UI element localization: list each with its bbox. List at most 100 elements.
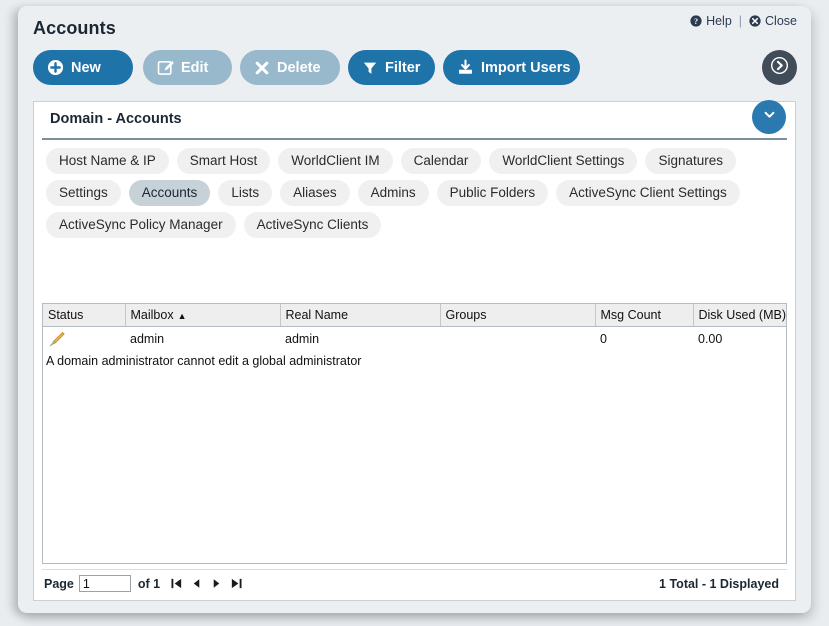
table-row[interactable]: admin admin 0 0.00 xyxy=(43,327,786,352)
tab-public-folders[interactable]: Public Folders xyxy=(436,180,549,206)
column-label: Groups xyxy=(445,307,487,322)
tab-label: ActiveSync Clients xyxy=(256,217,369,232)
column-header-mailbox[interactable]: Mailbox ▲ xyxy=(125,304,281,327)
accounts-window: Accounts ? Help | Close New Edit Delete … xyxy=(18,6,811,613)
tab-signatures[interactable]: Signatures xyxy=(645,148,736,174)
tab-worldclient-settings[interactable]: WorldClient Settings xyxy=(489,148,638,174)
cell-msg-count: 0 xyxy=(600,332,607,346)
column-label: Mailbox xyxy=(130,307,174,322)
tab-settings[interactable]: Settings xyxy=(46,180,121,206)
page-label: Page xyxy=(44,576,74,591)
tab-activesync-policy-manager[interactable]: ActiveSync Policy Manager xyxy=(46,212,236,238)
tab-label: Lists xyxy=(231,185,260,200)
close-link[interactable]: Close xyxy=(749,14,797,28)
tab-host-name-ip[interactable]: Host Name & IP xyxy=(46,148,169,174)
header-links-separator: | xyxy=(738,14,743,28)
tab-label: Accounts xyxy=(141,185,198,200)
next-page-icon[interactable] xyxy=(208,576,225,592)
question-circle-icon: ? xyxy=(690,15,702,27)
disabled-pencil-icon xyxy=(49,331,65,347)
tab-label: Public Folders xyxy=(449,185,536,200)
tab-worldclient-im[interactable]: WorldClient IM xyxy=(278,148,393,174)
cell-groups xyxy=(440,327,595,352)
cell-status xyxy=(43,327,125,352)
chevron-right-circle-icon xyxy=(770,56,789,80)
tab-label: WorldClient IM xyxy=(291,153,380,168)
table-note-row: A domain administrator cannot edit a glo… xyxy=(43,351,786,371)
section-title: Domain - Accounts xyxy=(50,111,182,127)
page-title: Accounts xyxy=(33,18,116,38)
window-header: Accounts ? Help | Close xyxy=(18,6,811,50)
tab-bar: Host Name & IP Smart Host WorldClient IM… xyxy=(34,140,795,244)
accounts-grid: Status Mailbox ▲ Real Name Groups Msg Cou… xyxy=(42,303,787,564)
close-circle-icon xyxy=(749,15,761,27)
tab-label: WorldClient Settings xyxy=(502,153,625,168)
tab-label: ActiveSync Policy Manager xyxy=(59,217,223,232)
tab-label: Settings xyxy=(59,185,108,200)
column-header-real-name[interactable]: Real Name xyxy=(280,304,441,327)
collapse-section-button[interactable] xyxy=(752,100,786,134)
column-header-status[interactable]: Status xyxy=(43,304,126,327)
column-header-disk-used[interactable]: Disk Used (MB) xyxy=(693,304,787,327)
filter-button[interactable]: Filter xyxy=(348,50,435,85)
toolbar: New Edit Delete Filter Import Users xyxy=(18,50,811,98)
tab-label: Calendar xyxy=(413,153,469,168)
new-button[interactable]: New xyxy=(33,50,133,85)
filter-button-label: Filter xyxy=(385,59,421,76)
page-of-label: of 1 xyxy=(137,576,161,591)
delete-button-label: Delete xyxy=(277,59,321,76)
tab-aliases[interactable]: Aliases xyxy=(280,180,350,206)
tab-activesync-clients[interactable]: ActiveSync Clients xyxy=(243,212,382,238)
column-header-groups[interactable]: Groups xyxy=(440,304,596,327)
tab-label: Aliases xyxy=(293,185,337,200)
section-header: Domain - Accounts xyxy=(42,100,787,140)
tab-admins[interactable]: Admins xyxy=(357,180,429,206)
download-tray-icon xyxy=(457,59,474,76)
table-note: A domain administrator cannot edit a glo… xyxy=(46,354,362,368)
tab-label: Smart Host xyxy=(189,153,258,168)
tab-label: Admins xyxy=(370,185,416,200)
content-card: Domain - Accounts Host Name & IP Smart H… xyxy=(33,100,796,601)
tab-label: ActiveSync Client Settings xyxy=(569,185,727,200)
tab-label: Host Name & IP xyxy=(59,153,156,168)
help-link-label: Help xyxy=(706,14,732,28)
column-label: Real Name xyxy=(285,307,349,322)
funnel-icon xyxy=(362,60,378,76)
cell-real-name: admin xyxy=(285,332,320,346)
tab-activesync-client-settings[interactable]: ActiveSync Client Settings xyxy=(556,180,740,206)
edit-button-label: Edit xyxy=(181,59,209,76)
delete-button[interactable]: Delete xyxy=(240,50,340,85)
page-input[interactable] xyxy=(78,575,131,592)
table-header-row: Status Mailbox ▲ Real Name Groups Msg Cou… xyxy=(43,304,787,327)
close-link-label: Close xyxy=(765,14,797,28)
tab-label: Signatures xyxy=(658,153,723,168)
chevron-down-icon xyxy=(761,106,778,128)
tab-lists[interactable]: Lists xyxy=(218,180,273,206)
column-label: Msg Count xyxy=(600,307,661,322)
sort-ascending-icon: ▲ xyxy=(177,310,187,321)
pencil-square-icon xyxy=(157,59,174,76)
column-label: Status xyxy=(48,307,84,322)
cell-disk-used: 0.00 xyxy=(698,332,723,346)
expand-toolbar-button[interactable] xyxy=(762,50,797,85)
x-mark-icon xyxy=(254,60,270,76)
plus-circle-icon xyxy=(47,59,64,76)
column-header-msg-count[interactable]: Msg Count xyxy=(595,304,694,327)
accounts-table: Status Mailbox ▲ Real Name Groups Msg Cou… xyxy=(43,304,787,371)
tab-calendar[interactable]: Calendar xyxy=(400,148,482,174)
import-users-button[interactable]: Import Users xyxy=(443,50,580,85)
svg-text:?: ? xyxy=(694,17,698,26)
prev-page-icon[interactable] xyxy=(188,576,205,592)
pager-total-label: 1 Total - 1 Displayed xyxy=(659,576,779,591)
pager: Page of 1 1 Total - 1 Displayed xyxy=(42,569,787,595)
column-label: Disk Used (MB) xyxy=(698,307,787,322)
header-links: ? Help | Close xyxy=(690,14,797,28)
import-users-button-label: Import Users xyxy=(481,59,571,76)
tab-accounts[interactable]: Accounts xyxy=(128,180,211,206)
edit-button[interactable]: Edit xyxy=(143,50,232,85)
cell-mailbox: admin xyxy=(130,332,165,346)
help-link[interactable]: ? Help xyxy=(690,14,732,28)
first-page-icon[interactable] xyxy=(168,576,185,592)
last-page-icon[interactable] xyxy=(228,576,245,592)
tab-smart-host[interactable]: Smart Host xyxy=(176,148,271,174)
